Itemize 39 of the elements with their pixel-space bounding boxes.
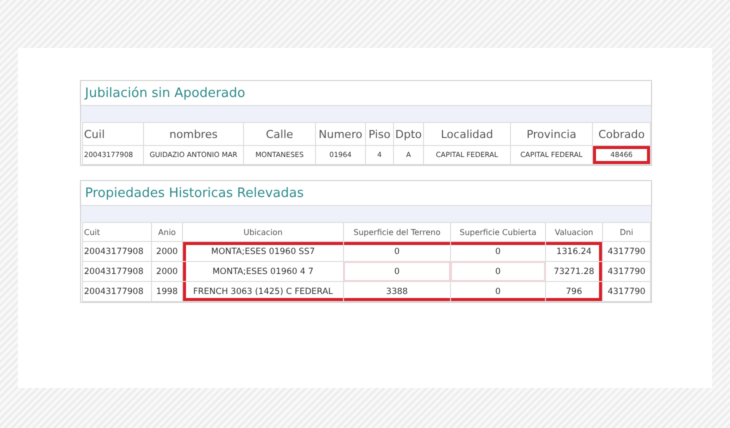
column-header: Dpto bbox=[394, 122, 424, 146]
table-cell: 0 bbox=[450, 282, 546, 302]
column-header: nombres bbox=[144, 122, 244, 146]
table-cell: MONTA;ESES 01960 SS7 bbox=[182, 242, 344, 262]
column-header: Cuil bbox=[82, 122, 144, 146]
table-cell: FRENCH 3063 (1425) C FEDERAL bbox=[182, 282, 344, 302]
column-header: Localidad bbox=[424, 122, 510, 146]
column-header: Superficie del Terreno bbox=[344, 222, 450, 242]
table-cell: 0 bbox=[450, 242, 546, 262]
section-title: Propiedades Historicas Relevadas bbox=[85, 186, 304, 200]
table-cell: 4317790 bbox=[602, 282, 650, 302]
table-cell: 4317790 bbox=[602, 262, 650, 282]
column-header: Ubicacion bbox=[182, 222, 344, 242]
column-header: Provincia bbox=[510, 122, 592, 146]
column-header: Numero bbox=[316, 122, 366, 146]
column-header: Piso bbox=[366, 122, 394, 146]
table-cell: 0 bbox=[344, 242, 450, 262]
section-title: Jubilación sin Apoderado bbox=[85, 86, 246, 100]
table-cell: 2000 bbox=[152, 262, 182, 282]
column-header: Cuit bbox=[82, 222, 152, 242]
table-cell: 20043177908 bbox=[82, 282, 152, 302]
column-header: Anio bbox=[152, 222, 182, 242]
table-cell: 73271.28 bbox=[546, 262, 602, 282]
table-cell: 0 bbox=[344, 262, 450, 282]
column-header: Dni bbox=[602, 222, 650, 242]
table-cell: 796 bbox=[546, 282, 602, 302]
column-header: Cobrado bbox=[592, 122, 650, 146]
table-cell: 20043177908 bbox=[82, 262, 152, 282]
table-cell: 20043177908 bbox=[82, 242, 152, 262]
column-header: Valuacion bbox=[546, 222, 602, 242]
column-header: Superficie Cubierta bbox=[450, 222, 546, 242]
table-cell: 1998 bbox=[152, 282, 182, 302]
table-cell: 3388 bbox=[344, 282, 450, 302]
table-cell: 0 bbox=[450, 262, 546, 282]
table-cell: 2000 bbox=[152, 242, 182, 262]
table-cell: 4317790 bbox=[602, 242, 650, 262]
table-cell: 1316.24 bbox=[546, 242, 602, 262]
column-header: Calle bbox=[244, 122, 316, 146]
table-cell: MONTA;ESES 01960 4 7 bbox=[182, 262, 344, 282]
